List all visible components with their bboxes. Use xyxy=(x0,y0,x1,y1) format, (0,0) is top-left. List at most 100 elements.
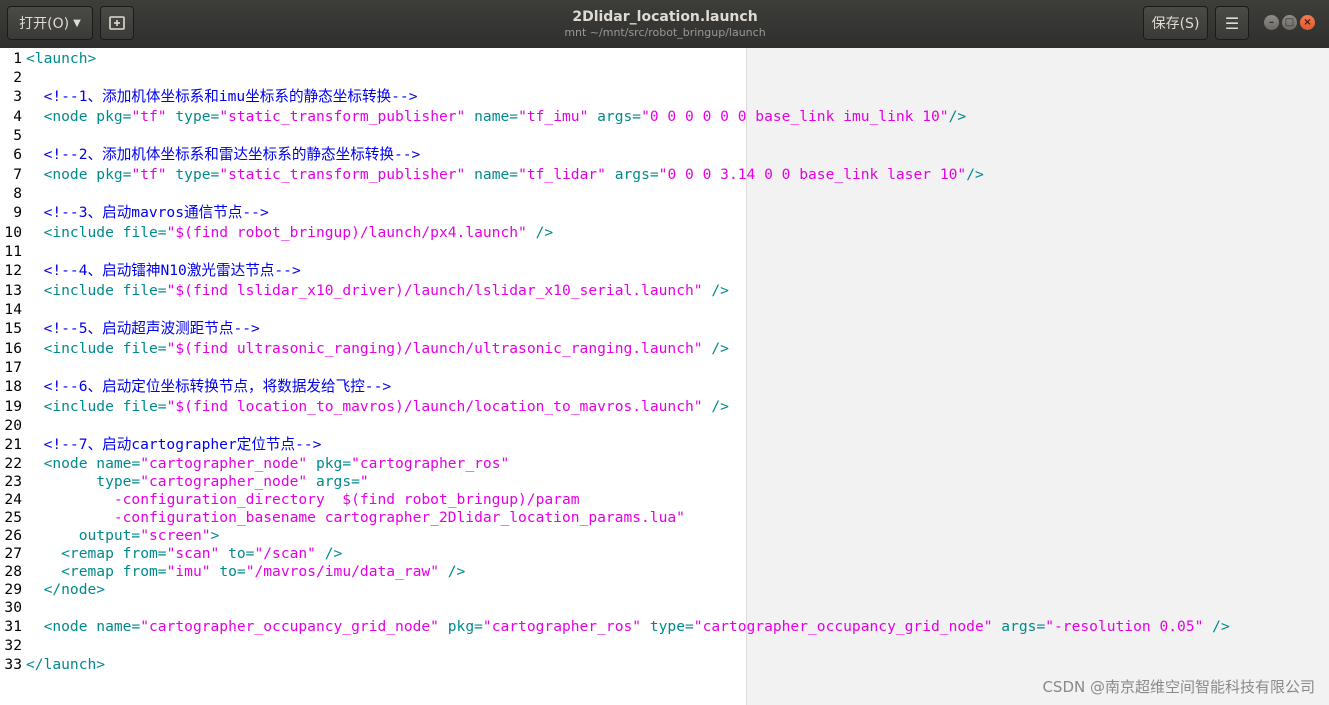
code-line[interactable]: 9 <!--3、启动mavros通信节点--> xyxy=(0,203,1230,223)
code-token-str: "tf_imu" xyxy=(518,108,589,125)
code-line[interactable]: 4 <node pkg="tf" type="static_transform_… xyxy=(0,107,1230,127)
code-token-attr: file= xyxy=(122,398,167,415)
minimize-button[interactable]: – xyxy=(1264,15,1279,30)
code-token-attr: file= xyxy=(122,340,167,357)
code-token-tag xyxy=(26,320,44,337)
line-number: 8 xyxy=(13,185,22,202)
code-token-tag: /> xyxy=(1203,618,1230,635)
code-line[interactable]: 24 -configuration_directory $(find robot… xyxy=(0,491,1230,509)
maximize-button[interactable]: □ xyxy=(1282,15,1297,30)
code-line[interactable]: 1 <launch> xyxy=(0,49,1230,69)
code-token-attr: file= xyxy=(122,224,167,241)
line-number: 11 xyxy=(4,243,22,260)
code-token-tag: /> xyxy=(948,108,967,125)
close-button[interactable]: × xyxy=(1300,15,1315,30)
code-line[interactable]: 28 <remap from="imu" to="/mavros/imu/dat… xyxy=(0,563,1230,581)
code-token-attr: name= xyxy=(96,618,141,635)
hamburger-menu-button[interactable]: ☰ xyxy=(1215,6,1249,40)
text-editor[interactable]: 1 <launch> 2 3 <!--1、添加机体坐标系和imu坐标系的静态坐标转换-… xyxy=(0,48,1329,705)
code-line[interactable]: 26 output="screen"> xyxy=(0,527,1230,545)
code-token-str: "/scan" xyxy=(254,545,316,562)
code-line[interactable]: 27 <remap from="scan" to="/scan" /> xyxy=(0,545,1230,563)
line-number: 27 xyxy=(4,545,22,562)
save-button[interactable]: 保存(S) xyxy=(1143,6,1208,40)
code-line[interactable]: 22 <node name="cartographer_node" pkg="c… xyxy=(0,455,1230,473)
code-token-tag: /> xyxy=(702,282,729,299)
code-line[interactable]: 11 xyxy=(0,243,1230,261)
code-token-tag: /> xyxy=(702,398,729,415)
line-number: 28 xyxy=(4,563,22,580)
code-line[interactable]: 20 xyxy=(0,417,1230,435)
code-token-str: "0 0 0 3.14 0 0 base_link laser 10" xyxy=(658,166,967,183)
code-token-tag xyxy=(26,262,44,279)
line-number: 15 xyxy=(4,320,22,337)
code-token-attr: type= xyxy=(166,166,220,183)
code-token-str: "cartographer_node" xyxy=(140,473,308,490)
line-number: 33 xyxy=(4,656,22,673)
code-token-str: "$(find robot_bringup)/launch/px4.launch… xyxy=(166,224,527,241)
code-line[interactable]: 10 <include file="$(find robot_bringup)/… xyxy=(0,223,1230,243)
code-token-com: <!--7、启动cartographer定位节点--> xyxy=(43,436,322,453)
code-token-attr: args= xyxy=(307,473,360,490)
code-line[interactable]: 14 xyxy=(0,301,1230,319)
file-title: 2Dlidar_location.launch xyxy=(572,9,758,25)
code-line[interactable]: 32 xyxy=(0,637,1230,655)
code-token-attr: pkg= xyxy=(438,618,483,635)
code-line[interactable]: 2 xyxy=(0,69,1230,87)
code-token-tag: <include xyxy=(26,282,123,299)
code-token-str: "$(find ultrasonic_ranging)/launch/ultra… xyxy=(166,340,703,357)
code-token-str: "tf_lidar" xyxy=(518,166,606,183)
open-button[interactable]: 打开(O) ▼ xyxy=(7,6,93,40)
code-token-tag: <include xyxy=(26,398,123,415)
code-line[interactable]: 3 <!--1、添加机体坐标系和imu坐标系的静态坐标转换--> xyxy=(0,87,1230,107)
code-token-attr: to= xyxy=(219,545,255,562)
header-bar: 打开(O) ▼ 2Dlidar_location.launch mnt ~/mn… xyxy=(0,0,1329,49)
code-line[interactable]: 25 -configuration_basename cartographer_… xyxy=(0,509,1230,527)
code-token-str: "cartographer_ros" xyxy=(351,455,510,472)
code-line[interactable]: 13 <include file="$(find lslidar_x10_dri… xyxy=(0,281,1230,301)
code-token-attr: args= xyxy=(605,166,659,183)
new-document-button[interactable] xyxy=(100,6,134,40)
code-token-com: <!--3、启动mavros通信节点--> xyxy=(43,204,269,221)
line-number: 3 xyxy=(13,88,22,105)
code-token-str: "/mavros/imu/data_raw" xyxy=(245,563,439,580)
code-line[interactable]: 7 <node pkg="tf" type="static_transform_… xyxy=(0,165,1230,185)
code-token-str: "screen" xyxy=(140,527,211,544)
code-token-str: "tf" xyxy=(131,108,167,125)
code-line[interactable]: 21 <!--7、启动cartographer定位节点--> xyxy=(0,435,1230,455)
line-number: 4 xyxy=(13,108,22,125)
code-line[interactable]: 16 <include file="$(find ultrasonic_rang… xyxy=(0,339,1230,359)
code-token-com: <!--2、添加机体坐标系和雷达坐标系的静态坐标转换--> xyxy=(43,146,421,163)
line-number: 31 xyxy=(4,618,22,635)
code-line[interactable]: 6 <!--2、添加机体坐标系和雷达坐标系的静态坐标转换--> xyxy=(0,145,1230,165)
code-line[interactable]: 5 xyxy=(0,127,1230,145)
code-token-com: <!--1、添加机体坐标系和imu坐标系的静态坐标转换--> xyxy=(43,88,418,105)
code-line[interactable]: 33 </launch> xyxy=(0,655,1230,675)
code-token-tag: </node> xyxy=(26,581,106,598)
code-token-str: "$(find lslidar_x10_driver)/launch/lslid… xyxy=(166,282,703,299)
line-number: 17 xyxy=(4,359,22,376)
code-line[interactable]: 12 <!--4、启动镭神N10激光雷达节点--> xyxy=(0,261,1230,281)
code-line[interactable]: 15 <!--5、启动超声波测距节点--> xyxy=(0,319,1230,339)
line-number: 13 xyxy=(4,282,22,299)
hamburger-icon: ☰ xyxy=(1224,13,1240,33)
code-line[interactable]: 30 xyxy=(0,599,1230,617)
line-number: 1 xyxy=(13,50,22,67)
code-token-tag xyxy=(26,436,44,453)
line-number: 30 xyxy=(4,599,22,616)
code-line[interactable]: 31 <node name="cartographer_occupancy_gr… xyxy=(0,617,1230,637)
code-line[interactable]: 8 xyxy=(0,185,1230,203)
line-number: 5 xyxy=(13,127,22,144)
code-line[interactable]: 17 xyxy=(0,359,1230,377)
code-line[interactable]: 19 <include file="$(find location_to_mav… xyxy=(0,397,1230,417)
code-line[interactable]: 18 <!--6、启动定位坐标转换节点，将数据发给飞控--> xyxy=(0,377,1230,397)
line-number: 18 xyxy=(4,378,22,395)
code-token-attr: name= xyxy=(465,108,519,125)
code-token-tag: /> xyxy=(315,545,343,562)
line-number: 22 xyxy=(4,455,22,472)
code-token-str: "-resolution 0.05" xyxy=(1045,618,1204,635)
line-number: 32 xyxy=(4,637,22,654)
code-line[interactable]: 29 </node> xyxy=(0,581,1230,599)
code-line[interactable]: 23 type="cartographer_node" args=" xyxy=(0,473,1230,491)
maximize-icon: □ xyxy=(1284,17,1295,28)
